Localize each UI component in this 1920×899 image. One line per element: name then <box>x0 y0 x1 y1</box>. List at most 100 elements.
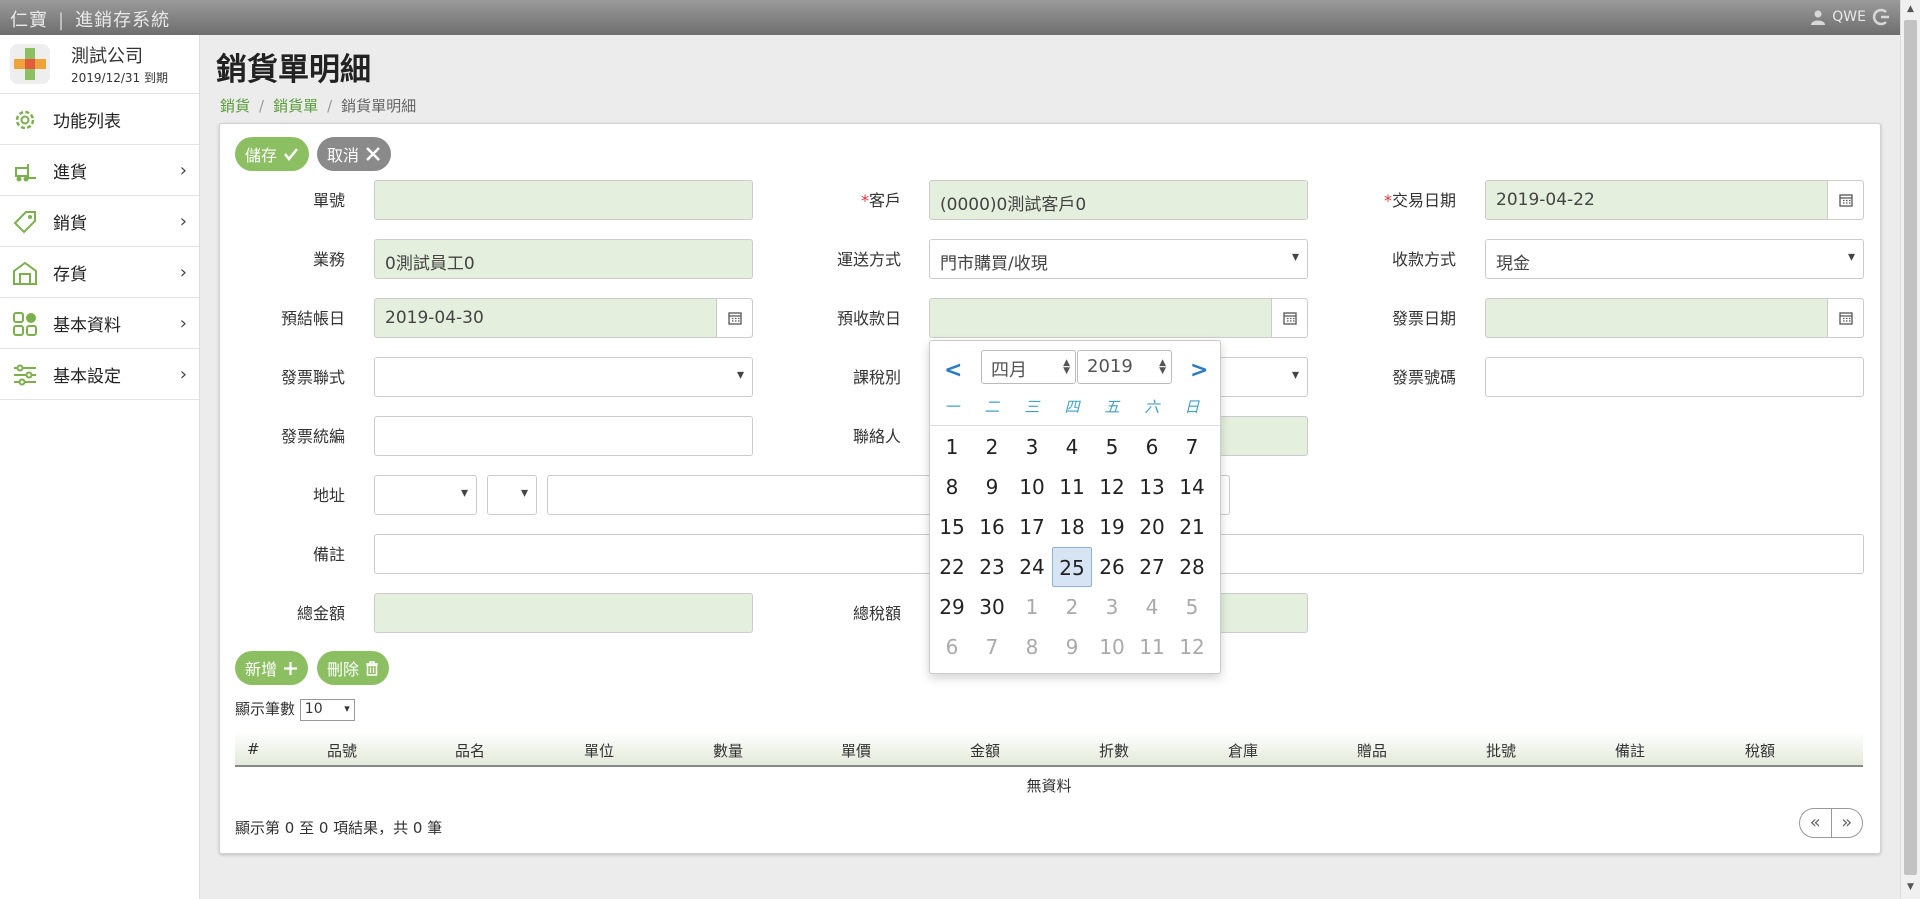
column-header[interactable]: 數量 <box>713 740 743 761</box>
calendar-day[interactable]: 10 <box>1012 467 1052 507</box>
scroll-up-icon[interactable]: ▲ <box>1907 4 1914 14</box>
month-select[interactable]: 四月 ▲ ▼ <box>981 350 1076 384</box>
sidebar-item-basic-data[interactable]: 基本資料 › <box>0 298 199 349</box>
calendar-day[interactable]: 1 <box>932 427 972 467</box>
city-select[interactable] <box>374 475 477 515</box>
calendar-icon[interactable] <box>1827 299 1863 337</box>
calendar-day[interactable]: 24 <box>1012 547 1052 587</box>
logout-icon[interactable] <box>1872 8 1890 26</box>
sidebar-item-purchase[interactable]: 進貨 › <box>0 145 199 196</box>
invoice-copy-select[interactable] <box>374 357 753 397</box>
chevron-left-icon[interactable]: < <box>944 358 962 383</box>
chevron-right-icon: › <box>179 363 187 385</box>
sidebar-item-sales[interactable]: 銷貨 › <box>0 196 199 247</box>
breadcrumb-sales[interactable]: 銷貨 <box>220 97 250 115</box>
column-header[interactable]: 備註 <box>1615 740 1645 761</box>
calendar-day[interactable]: 9 <box>1052 627 1092 667</box>
closing-date-field[interactable]: 2019-04-30 <box>374 298 753 338</box>
column-header[interactable]: 批號 <box>1486 740 1516 761</box>
calendar-day[interactable]: 12 <box>1092 467 1132 507</box>
payment-select[interactable]: 現金 <box>1485 239 1864 279</box>
calendar-day[interactable]: 21 <box>1172 507 1212 547</box>
calendar-day[interactable]: 30 <box>972 587 1012 627</box>
calendar-icon[interactable] <box>1827 181 1863 219</box>
user-area[interactable]: QWE <box>1810 8 1890 26</box>
scrollbar-thumb[interactable] <box>1904 20 1917 875</box>
breadcrumb-sales-order[interactable]: 銷貨單 <box>273 97 318 115</box>
column-header[interactable]: # <box>247 740 260 758</box>
calendar-day[interactable]: 12 <box>1172 627 1212 667</box>
next-page-icon[interactable]: » <box>1832 809 1863 837</box>
calendar-day[interactable]: 3 <box>1012 427 1052 467</box>
chevron-right-icon[interactable]: > <box>1190 358 1208 383</box>
column-header[interactable]: 稅額 <box>1745 740 1775 761</box>
calendar-day[interactable]: 3 <box>1092 587 1132 627</box>
column-header[interactable]: 金額 <box>970 740 1000 761</box>
add-button[interactable]: 新增 <box>235 651 309 685</box>
table-header: # 品號 品名 單位 數量 單價 金額 折數 倉庫 贈品 批號 備註 稅額 <box>235 732 1863 767</box>
cancel-button[interactable]: 取消 <box>317 137 392 171</box>
calendar-day[interactable]: 22 <box>932 547 972 587</box>
calendar-day[interactable]: 23 <box>972 547 1012 587</box>
column-header[interactable]: 品名 <box>455 740 485 761</box>
calendar-day[interactable]: 18 <box>1052 507 1092 547</box>
save-button[interactable]: 儲存 <box>235 137 310 171</box>
calendar-day[interactable]: 17 <box>1012 507 1052 547</box>
vertical-scrollbar[interactable]: ▲ ▼ <box>1900 0 1920 899</box>
salesperson-field[interactable]: 0測試員工0 <box>374 239 753 279</box>
column-header[interactable]: 折數 <box>1099 740 1129 761</box>
calendar-day[interactable]: 15 <box>932 507 972 547</box>
invoice-date-field[interactable] <box>1485 298 1864 338</box>
column-header[interactable]: 倉庫 <box>1228 740 1258 761</box>
column-header[interactable]: 贈品 <box>1357 740 1387 761</box>
district-select[interactable] <box>487 475 537 515</box>
calendar-day[interactable]: 27 <box>1132 547 1172 587</box>
calendar-day[interactable]: 1 <box>1012 587 1052 627</box>
calendar-day[interactable]: 2 <box>1052 587 1092 627</box>
calendar-icon[interactable] <box>1271 299 1307 337</box>
calendar-day[interactable]: 6 <box>932 627 972 667</box>
calendar-day[interactable]: 20 <box>1132 507 1172 547</box>
calendar-day[interactable]: 26 <box>1092 547 1132 587</box>
column-header[interactable]: 單價 <box>841 740 871 761</box>
calendar-day[interactable]: 14 <box>1172 467 1212 507</box>
calendar-day[interactable]: 4 <box>1132 587 1172 627</box>
calendar-day[interactable]: 2 <box>972 427 1012 467</box>
delivery-select[interactable]: 門市購買/收現 <box>929 239 1308 279</box>
customer-field[interactable]: (0000)0測試客戶0 <box>929 180 1308 220</box>
calendar-day[interactable]: 8 <box>1012 627 1052 667</box>
prev-page-icon[interactable]: « <box>1800 809 1832 837</box>
calendar-day[interactable]: 4 <box>1052 427 1092 467</box>
sidebar-item-functions[interactable]: 功能列表 <box>0 94 199 145</box>
column-header[interactable]: 單位 <box>584 740 614 761</box>
receipt-date-field[interactable] <box>929 298 1308 338</box>
calendar-day[interactable]: 13 <box>1132 467 1172 507</box>
calendar-day[interactable]: 28 <box>1172 547 1212 587</box>
delete-button[interactable]: 刪除 <box>317 651 390 685</box>
calendar-day[interactable]: 5 <box>1092 427 1132 467</box>
calendar-day[interactable]: 6 <box>1132 427 1172 467</box>
calendar-day[interactable]: 29 <box>932 587 972 627</box>
trade-date-field[interactable]: 2019-04-22 <box>1485 180 1864 220</box>
sidebar-item-inventory[interactable]: 存貨 › <box>0 247 199 298</box>
calendar-day[interactable]: 25 <box>1052 547 1092 587</box>
scroll-down-icon[interactable]: ▼ <box>1907 882 1914 892</box>
column-header[interactable]: 品號 <box>327 740 357 761</box>
calendar-day[interactable]: 7 <box>972 627 1012 667</box>
year-select[interactable]: 2019 ▲ ▼ <box>1077 350 1172 384</box>
calendar-day[interactable]: 19 <box>1092 507 1132 547</box>
calendar-day[interactable]: 7 <box>1172 427 1212 467</box>
calendar-day[interactable]: 5 <box>1172 587 1212 627</box>
calendar-day[interactable]: 8 <box>932 467 972 507</box>
calendar-icon[interactable] <box>716 299 752 337</box>
calendar-day[interactable]: 10 <box>1092 627 1132 667</box>
calendar-day[interactable]: 11 <box>1052 467 1092 507</box>
invoice-no-field[interactable] <box>1485 357 1864 397</box>
calendar-day[interactable]: 16 <box>972 507 1012 547</box>
page-size-select[interactable]: 10 <box>299 698 355 721</box>
calendar-day[interactable]: 9 <box>972 467 1012 507</box>
sidebar-item-settings[interactable]: 基本設定 › <box>0 349 199 400</box>
order-no-field[interactable] <box>374 180 753 220</box>
calendar-day[interactable]: 11 <box>1132 627 1172 667</box>
tax-id-field[interactable] <box>374 416 753 456</box>
